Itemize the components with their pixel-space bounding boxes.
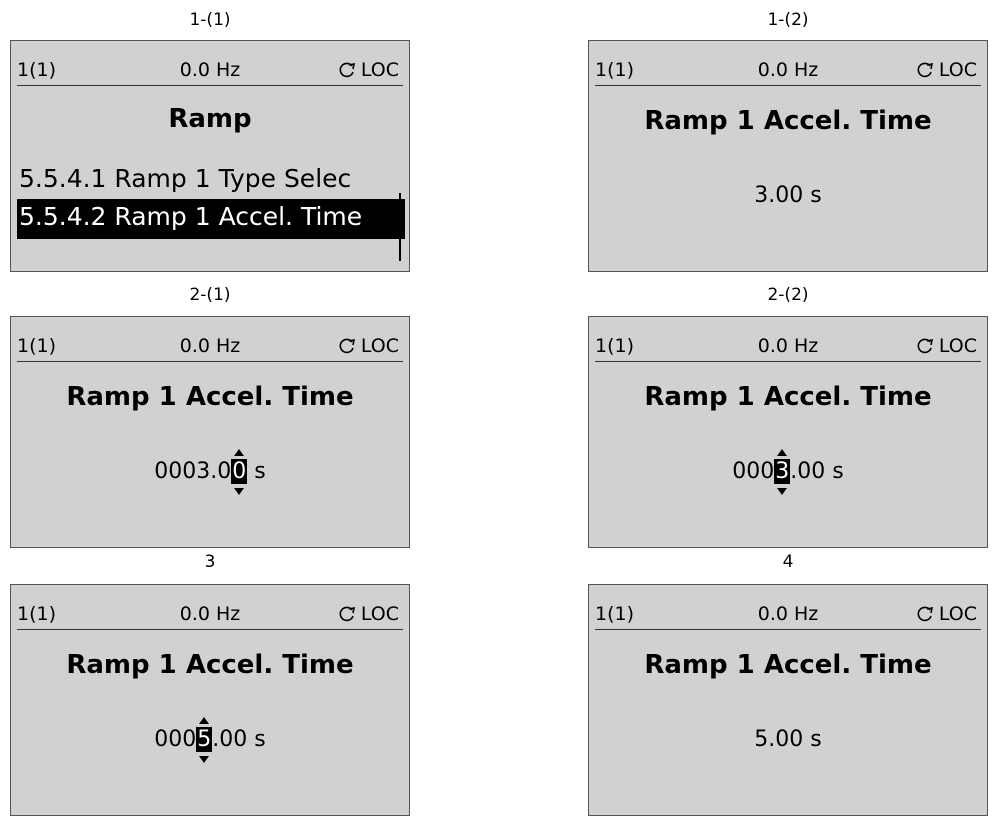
status-bar: 1(1) 0.0 Hz LOC <box>17 331 403 362</box>
rotate-icon <box>917 606 933 622</box>
parameter-value: 3.00 s <box>754 183 822 208</box>
display-panel-2-2: 1(1) 0.0 Hz LOC Ramp 1 Accel. Time 000 3.… <box>588 316 988 548</box>
status-loc-label: LOC <box>360 59 399 81</box>
arrow-up-icon <box>777 449 788 456</box>
rotate-icon <box>917 62 933 78</box>
status-bar: 1(1) 0.0 Hz LOC <box>595 55 981 86</box>
arrow-down-icon <box>199 756 210 763</box>
caption-1-2: 1-(2) <box>767 10 809 30</box>
status-bar: 1(1) 0.0 Hz LOC <box>17 599 403 630</box>
caption-4: 4 <box>782 552 794 572</box>
status-control-mode: LOC <box>916 331 977 361</box>
arrow-up-icon <box>234 449 245 456</box>
display-panel-3: 1(1) 0.0 Hz LOC Ramp 1 Accel. Time 000 5.… <box>10 584 410 816</box>
status-loc-label: LOC <box>938 335 977 357</box>
cursor-digit: 5 <box>196 727 213 752</box>
parameter-title: Ramp 1 Accel. Time <box>644 650 932 680</box>
parameter-value: 5.00 s <box>754 727 822 752</box>
status-bar: 1(1) 0.0 Hz LOC <box>595 331 981 362</box>
digit-cursor[interactable]: 3 <box>774 449 791 495</box>
rotate-icon <box>339 338 355 354</box>
menu-item-ramp-type[interactable]: 5.5.4.1 Ramp 1 Type Selec <box>17 161 351 201</box>
menu-title: Ramp <box>168 104 252 134</box>
digit-cursor[interactable]: 0 <box>231 449 248 495</box>
digit-cursor[interactable]: 5 <box>196 717 213 763</box>
parameter-value-editor[interactable]: 0003.00 s <box>11 449 409 495</box>
arrow-down-icon <box>234 488 245 495</box>
arrow-up-icon <box>199 717 210 724</box>
menu-item-ramp-accel-selected[interactable]: 5.5.4.2 Ramp 1 Accel. Time <box>17 199 405 239</box>
status-bar: 1(1) 0.0 Hz LOC <box>595 599 981 630</box>
rotate-icon <box>339 606 355 622</box>
rotate-icon <box>917 338 933 354</box>
cursor-digit: 3 <box>774 459 791 484</box>
display-panel-1-1: 1(1) 0.0 Hz LOC Ramp 5.5.4.1 Ramp 1 Type… <box>10 40 410 272</box>
display-panel-1-2: 1(1) 0.0 Hz LOC Ramp 1 Accel. Time 3.00 … <box>588 40 988 272</box>
display-panel-4: 1(1) 0.0 Hz LOC Ramp 1 Accel. Time 5.00 … <box>588 584 988 816</box>
value-suffix: .00 s <box>212 727 266 752</box>
scrollbar-thumb[interactable] <box>397 211 403 231</box>
rotate-icon <box>339 62 355 78</box>
status-control-mode: LOC <box>916 55 977 85</box>
status-loc-label: LOC <box>938 59 977 81</box>
caption-2-1: 2-(1) <box>189 285 231 305</box>
value-prefix: 0003.0 <box>154 459 232 484</box>
value-prefix: 000 <box>732 459 775 484</box>
cursor-digit: 0 <box>231 459 248 484</box>
status-control-mode: LOC <box>916 599 977 629</box>
status-bar: 1(1) 0.0 Hz LOC <box>17 55 403 86</box>
status-loc-label: LOC <box>360 335 399 357</box>
value-suffix: s <box>247 459 266 484</box>
parameter-title: Ramp 1 Accel. Time <box>66 650 354 680</box>
caption-2-2: 2-(2) <box>767 285 809 305</box>
value-prefix: 000 <box>154 727 197 752</box>
status-control-mode: LOC <box>338 599 399 629</box>
parameter-title: Ramp 1 Accel. Time <box>644 382 932 412</box>
caption-1-1: 1-(1) <box>189 10 231 30</box>
status-loc-label: LOC <box>360 603 399 625</box>
parameter-title: Ramp 1 Accel. Time <box>66 382 354 412</box>
parameter-title: Ramp 1 Accel. Time <box>644 106 932 136</box>
parameter-value-editor[interactable]: 000 5.00 s <box>11 717 409 763</box>
status-loc-label: LOC <box>938 603 977 625</box>
status-control-mode: LOC <box>338 331 399 361</box>
caption-3: 3 <box>204 552 216 572</box>
status-control-mode: LOC <box>338 55 399 85</box>
arrow-down-icon <box>777 488 788 495</box>
display-panel-2-1: 1(1) 0.0 Hz LOC Ramp 1 Accel. Time 0003.… <box>10 316 410 548</box>
value-suffix: .00 s <box>790 459 844 484</box>
parameter-value-editor[interactable]: 0003.00 s <box>589 449 987 495</box>
